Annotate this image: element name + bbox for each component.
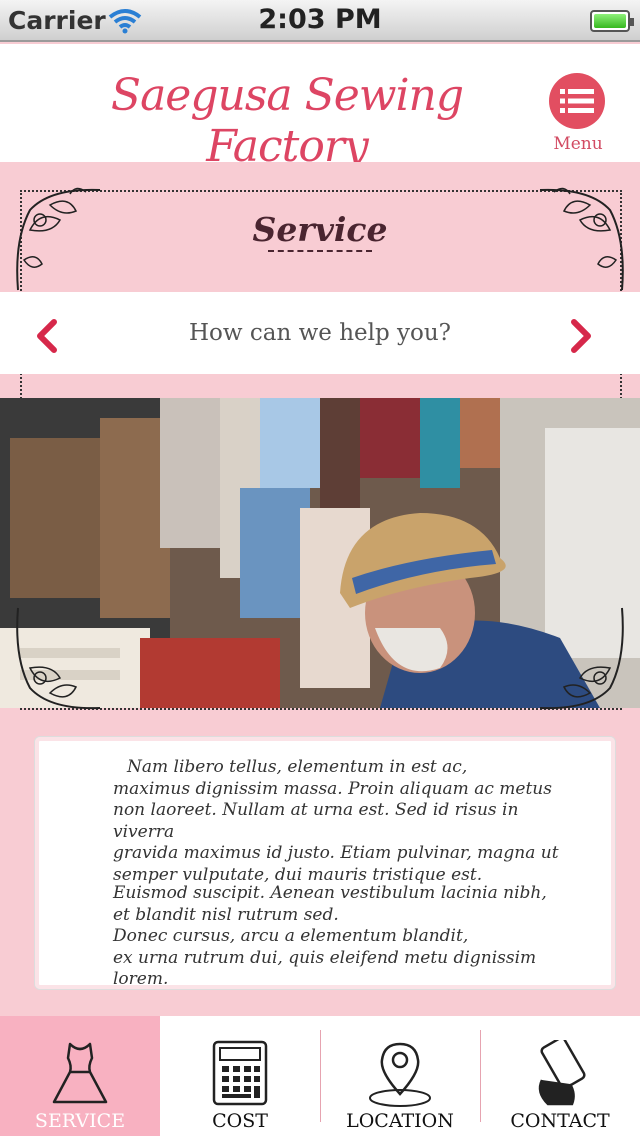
tab-label: COST [212,1110,268,1132]
ornament-corner-icon [539,607,624,710]
battery-icon [590,10,634,32]
tab-service[interactable]: SERVICE [0,1016,160,1136]
list-icon [560,89,594,113]
brand-title: Saegusa Sewing Factory [110,70,464,172]
tab-contact[interactable]: CONTACT [480,1016,640,1136]
description-card: Nam libero tellus, elementum in est ac, … [34,736,616,990]
text-line: semper vulputate, dui mauris tristique e… [113,864,483,885]
slider-bar: How can we help you? [0,292,640,374]
tab-label: CONTACT [510,1110,610,1132]
text-line: et blandit nisl rutrum sed. [113,904,339,925]
text-line: maximus dignissim massa. Proin aliquam a… [113,778,552,799]
text-line: Donec cursus, arcu a elementum blandit, [113,926,469,946]
slider-caption: How can we help you? [188,320,452,346]
tab-location[interactable]: LOCATION [320,1016,480,1136]
text-line: ex urna rutrum dui, quis eleifend metu d… [113,947,537,990]
tab-label: LOCATION [346,1110,454,1132]
bottom-tab-bar: SERVICE COST LOCATION CONTACT [0,1016,640,1136]
tab-cost[interactable]: COST [160,1016,320,1136]
text-line: non laoreet. Nullam at urna est. Sed id … [113,800,519,842]
status-bar: Carrier 2:03 PM [0,0,640,42]
text-line: Euismod suscipit. Aenean vestibulum laci… [113,883,547,903]
calculator-icon [212,1040,268,1106]
main-content: Service How can we help you? Nam libero … [0,162,640,1016]
menu-label[interactable]: Menu [546,134,610,154]
ornament-corner-icon [16,607,101,710]
phone-icon [538,1040,586,1106]
map-pin-icon [369,1042,431,1107]
menu-button[interactable] [549,73,605,129]
text-line: Nam libero tellus, elementum in est ac, [127,757,468,777]
title-underline [268,250,372,252]
section-title: Service [252,210,388,249]
dress-icon [52,1042,108,1104]
chevron-right-icon[interactable] [566,316,596,356]
paragraph-1: Nam libero tellus, elementum in est ac, … [113,757,583,886]
clock: 2:03 PM [258,4,382,35]
paragraph-2: Euismod suscipit. Aenean vestibulum laci… [113,883,583,991]
app-header: Saegusa Sewing Factory Menu [0,44,640,172]
text-line: gravida maximus id justo. Etiam pulvinar… [113,843,559,863]
tab-label: SERVICE [34,1110,126,1132]
